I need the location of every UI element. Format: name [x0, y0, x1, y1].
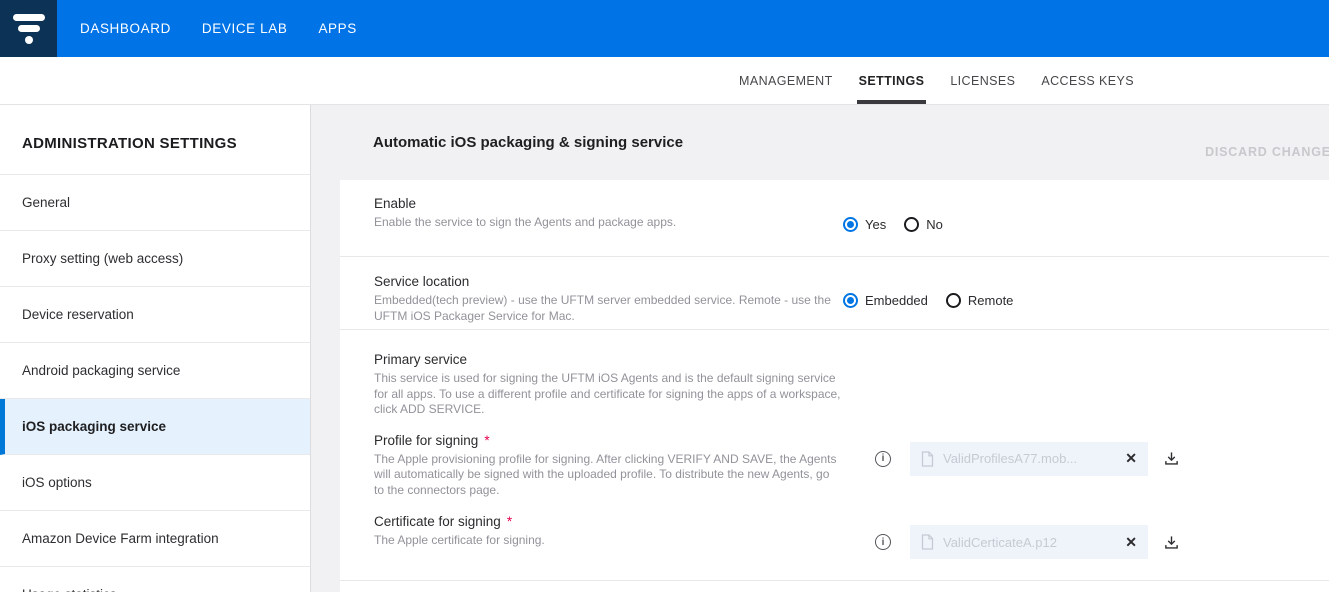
page-title: Automatic iOS packaging & signing servic…	[373, 134, 683, 151]
logo-bar-icon	[18, 25, 40, 32]
tab-management[interactable]: MANAGEMENT	[739, 57, 833, 104]
tab-settings[interactable]: SETTINGS	[859, 57, 925, 104]
profile-file-controls: i ValidProfilesA77.mob... ✕	[875, 442, 1179, 476]
row-service-location: Service location Embedded(tech preview) …	[340, 257, 1329, 330]
radio-unselected-icon[interactable]	[904, 217, 919, 232]
download-icon[interactable]	[1164, 535, 1179, 550]
sidebar-item-proxy-setting[interactable]: Proxy setting (web access)	[0, 231, 310, 287]
settings-card: Enable Enable the service to sign the Ag…	[340, 180, 1329, 592]
service-location-label: Service location	[374, 273, 1329, 291]
profile-file-name: ValidProfilesA77.mob...	[943, 451, 1119, 466]
radio-unselected-icon[interactable]	[946, 293, 961, 308]
radio-option-label: No	[926, 217, 943, 232]
clear-file-icon[interactable]: ✕	[1125, 534, 1137, 551]
sidebar-title: ADMINISTRATION SETTINGS	[0, 105, 310, 175]
nav-dashboard[interactable]: DASHBOARD	[80, 21, 171, 36]
logo-dot-icon	[25, 36, 33, 44]
admin-settings-sidebar: ADMINISTRATION SETTINGS General Proxy se…	[0, 105, 311, 592]
profile-signing-label-text: Profile for signing	[374, 433, 478, 448]
sidebar-item-amazon-device-farm[interactable]: Amazon Device Farm integration	[0, 511, 310, 567]
location-remote-option[interactable]: Remote	[946, 293, 1014, 308]
certificate-file-controls: i ValidCerticateA.p12 ✕	[875, 525, 1179, 559]
content-header: Automatic iOS packaging & signing servic…	[340, 105, 1329, 180]
radio-selected-icon[interactable]	[843, 293, 858, 308]
settings-content: Automatic iOS packaging & signing servic…	[311, 105, 1329, 592]
page-body: ADMINISTRATION SETTINGS General Proxy se…	[0, 105, 1329, 592]
service-location-radio-group: Embedded Remote	[843, 293, 1013, 308]
sidebar-item-ios-packaging[interactable]: iOS packaging service	[0, 399, 310, 455]
enable-label: Enable	[374, 195, 1329, 213]
primary-service-description: This service is used for signing the UFT…	[374, 371, 842, 418]
top-nav-items: DASHBOARD DEVICE LAB APPS	[57, 0, 357, 57]
download-icon[interactable]	[1164, 451, 1179, 466]
sidebar-item-usage-statistics[interactable]: Usage statistics	[0, 567, 310, 592]
radio-selected-icon[interactable]	[843, 217, 858, 232]
radio-option-label: Yes	[865, 217, 886, 232]
section-primary-service: Primary service This service is used for…	[340, 330, 1329, 581]
profile-signing-block: Profile for signing * The Apple provision…	[374, 432, 1329, 499]
radio-option-label: Embedded	[865, 293, 928, 308]
sidebar-item-ios-options[interactable]: iOS options	[0, 455, 310, 511]
sidebar-item-device-reservation[interactable]: Device reservation	[0, 287, 310, 343]
info-icon[interactable]: i	[875, 534, 891, 550]
document-icon	[921, 534, 934, 550]
enable-yes-option[interactable]: Yes	[843, 217, 886, 232]
info-icon[interactable]: i	[875, 451, 891, 467]
certificate-file-input[interactable]: ValidCerticateA.p12 ✕	[910, 525, 1148, 559]
discard-changes-button[interactable]: DISCARD CHANGES	[1205, 145, 1329, 159]
secondary-navigation: MANAGEMENT SETTINGS LICENSES ACCESS KEYS	[0, 57, 1329, 105]
enable-description: Enable the service to sign the Agents an…	[374, 215, 842, 231]
service-location-description: Embedded(tech preview) - use the UFTM se…	[374, 293, 842, 324]
location-embedded-option[interactable]: Embedded	[843, 293, 928, 308]
app-logo	[0, 0, 57, 57]
certificate-file-name: ValidCerticateA.p12	[943, 535, 1119, 550]
primary-service-label: Primary service	[374, 351, 1329, 369]
document-icon	[921, 451, 934, 467]
primary-service-block: Primary service This service is used for…	[374, 351, 1329, 418]
nav-device-lab[interactable]: DEVICE LAB	[202, 21, 288, 36]
sidebar-item-general[interactable]: General	[0, 175, 310, 231]
certificate-signing-label-text: Certificate for signing	[374, 514, 501, 529]
row-enable: Enable Enable the service to sign the Ag…	[340, 180, 1329, 257]
enable-radio-group: Yes No	[843, 217, 943, 232]
profile-signing-description: The Apple provisioning profile for signi…	[374, 452, 842, 499]
required-marker: *	[484, 433, 489, 448]
profile-file-input[interactable]: ValidProfilesA77.mob... ✕	[910, 442, 1148, 476]
certificate-signing-description: The Apple certificate for signing.	[374, 533, 842, 549]
tab-licenses[interactable]: LICENSES	[950, 57, 1015, 104]
logo-bar-icon	[13, 14, 45, 21]
top-navigation: DASHBOARD DEVICE LAB APPS	[0, 0, 1329, 57]
sidebar-item-android-packaging[interactable]: Android packaging service	[0, 343, 310, 399]
radio-option-label: Remote	[968, 293, 1014, 308]
certificate-signing-block: Certificate for signing * The Apple certi…	[374, 513, 1329, 549]
certificate-signing-label: Certificate for signing *	[374, 513, 1329, 531]
tab-access-keys[interactable]: ACCESS KEYS	[1041, 57, 1134, 104]
profile-signing-label: Profile for signing *	[374, 432, 1329, 450]
enable-no-option[interactable]: No	[904, 217, 943, 232]
clear-file-icon[interactable]: ✕	[1125, 450, 1137, 467]
nav-apps[interactable]: APPS	[318, 21, 356, 36]
card-footer-spacer	[340, 581, 1329, 592]
required-marker: *	[507, 514, 512, 529]
